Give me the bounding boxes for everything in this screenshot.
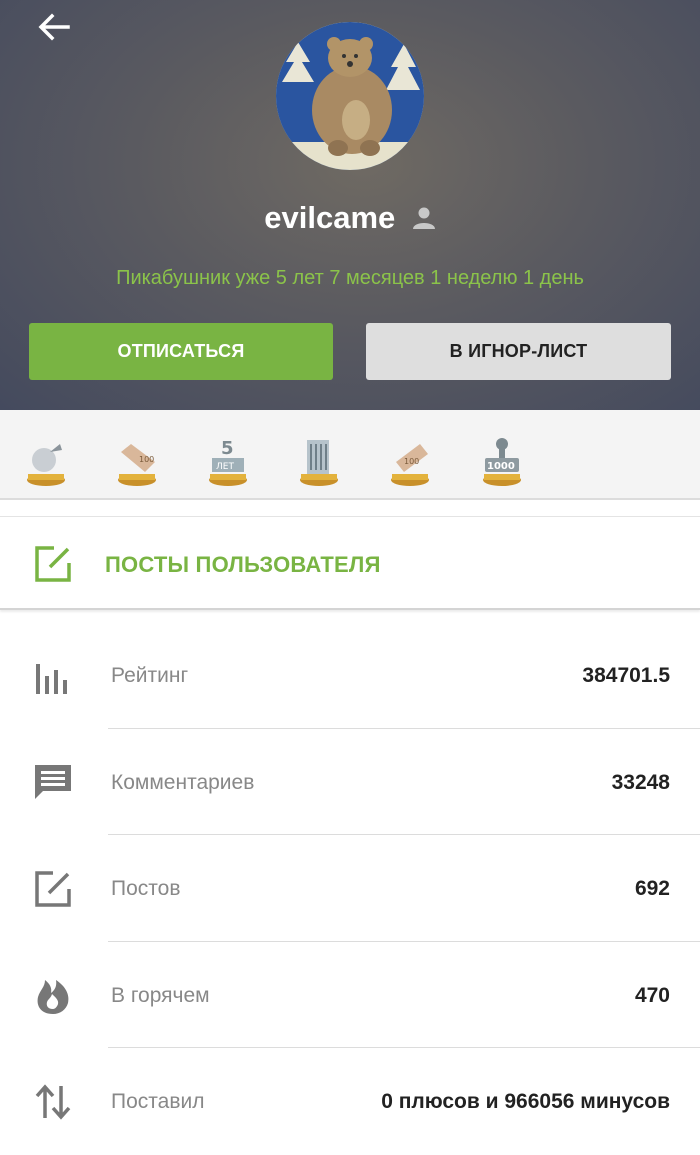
award-1000-icon[interactable]: 1000 <box>480 432 524 488</box>
stat-value: 384701.5 <box>582 664 670 687</box>
edit-post-icon <box>35 546 71 582</box>
stat-value: 470 <box>634 983 670 1007</box>
user-posts-label: ПОСТЫ ПОЛЬЗОВАТЕЛЯ <box>105 552 381 577</box>
svg-text:1000: 1000 <box>487 461 515 472</box>
svg-text:100: 100 <box>139 455 154 464</box>
stat-value: 33248 <box>611 770 670 794</box>
user-posts-link[interactable]: ПОСТЫ ПОЛЬЗОВАТЕЛЯ <box>0 516 700 610</box>
stat-value: 692 <box>634 877 670 900</box>
unsubscribe-button[interactable]: ОТПИСАТЬСЯ <box>29 323 333 380</box>
bear-avatar-image <box>276 22 424 170</box>
profile-header: evilcame Пикабушник уже 5 лет 7 месяцев … <box>0 0 700 410</box>
stat-row-hot: В горячем 470 <box>0 942 700 1048</box>
stat-row-votes: Поставил 0 плюсов и 966056 минусов <box>0 1048 700 1155</box>
ignore-list-button[interactable]: В ИГНОР-ЛИСТ <box>366 323 671 380</box>
svg-text:100: 100 <box>404 457 419 466</box>
awards-bar: 100 5 ЛЕТ 100 1000 <box>0 410 700 500</box>
svg-text:5: 5 <box>221 438 234 459</box>
user-icon <box>412 207 435 229</box>
stat-value: 0 плюсов и 966056 минусов <box>381 1090 670 1113</box>
award-100-tag-icon[interactable]: 100 <box>115 432 159 488</box>
edit-post-icon <box>35 871 71 907</box>
stat-label: Постов <box>111 877 181 900</box>
award-100-ticket-icon[interactable]: 100 <box>388 432 432 488</box>
award-5-years-icon[interactable]: 5 ЛЕТ <box>206 432 250 488</box>
comment-icon <box>35 764 71 799</box>
stat-row-posts: Постов 692 <box>0 835 700 942</box>
svg-text:ЛЕТ: ЛЕТ <box>216 462 234 472</box>
flame-icon <box>37 979 69 1014</box>
stat-label: Поставил <box>111 1090 205 1113</box>
stat-row-comments: Комментариев 33248 <box>0 729 700 835</box>
back-arrow-icon[interactable] <box>34 8 74 48</box>
stat-row-rating: Рейтинг 384701.5 <box>0 622 700 729</box>
profile-stats: Рейтинг 384701.5 Комментариев 33248 Пост… <box>0 622 700 1155</box>
username: evilcame <box>264 200 396 235</box>
account-age: Пикабушник уже 5 лет 7 месяцев 1 неделю … <box>116 267 584 289</box>
stat-label: Комментариев <box>111 770 255 794</box>
avatar[interactable] <box>276 22 424 170</box>
rating-bars-icon <box>36 664 67 694</box>
award-apple-icon[interactable] <box>24 432 68 488</box>
stat-label: В горячем <box>111 983 210 1007</box>
award-building-icon[interactable] <box>297 432 341 488</box>
stat-label: Рейтинг <box>111 664 189 687</box>
up-down-arrows-icon <box>35 1084 71 1120</box>
